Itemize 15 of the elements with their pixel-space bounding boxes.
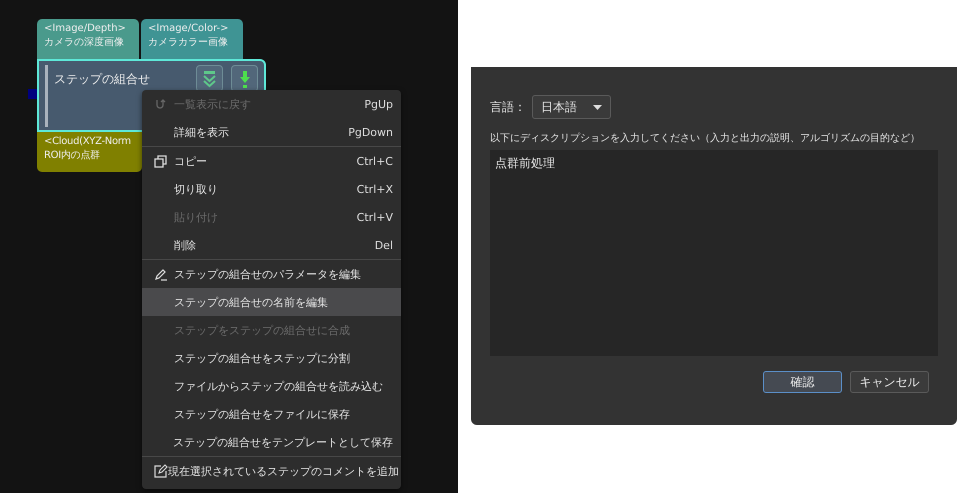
port-label: ROI内の点群 [44,149,100,163]
port-type: <Image/Depth> [44,22,126,36]
port-label: カメラカラー画像 [148,36,228,50]
shortcut-label: Ctrl+C [356,154,393,168]
port-type: <Image/Color-> [148,22,229,36]
port-label: カメラの深度画像 [44,36,124,50]
language-label: 言語： [490,98,526,116]
shortcut-label: PgDown [348,126,393,138]
node-title: ステップの組合せ [54,71,150,88]
shortcut-label: Del [374,238,393,252]
shortcut-label: PgUp [364,98,393,110]
shortcut-label: Ctrl+V [356,210,393,224]
shortcut-label: Ctrl+X [356,182,393,196]
description-prompt: 以下にディスクリプションを入力してください（入力と出力の説明、アルゴリズムの目的など） [490,132,920,145]
port-type: <Cloud(XYZ-Norm [44,135,131,149]
